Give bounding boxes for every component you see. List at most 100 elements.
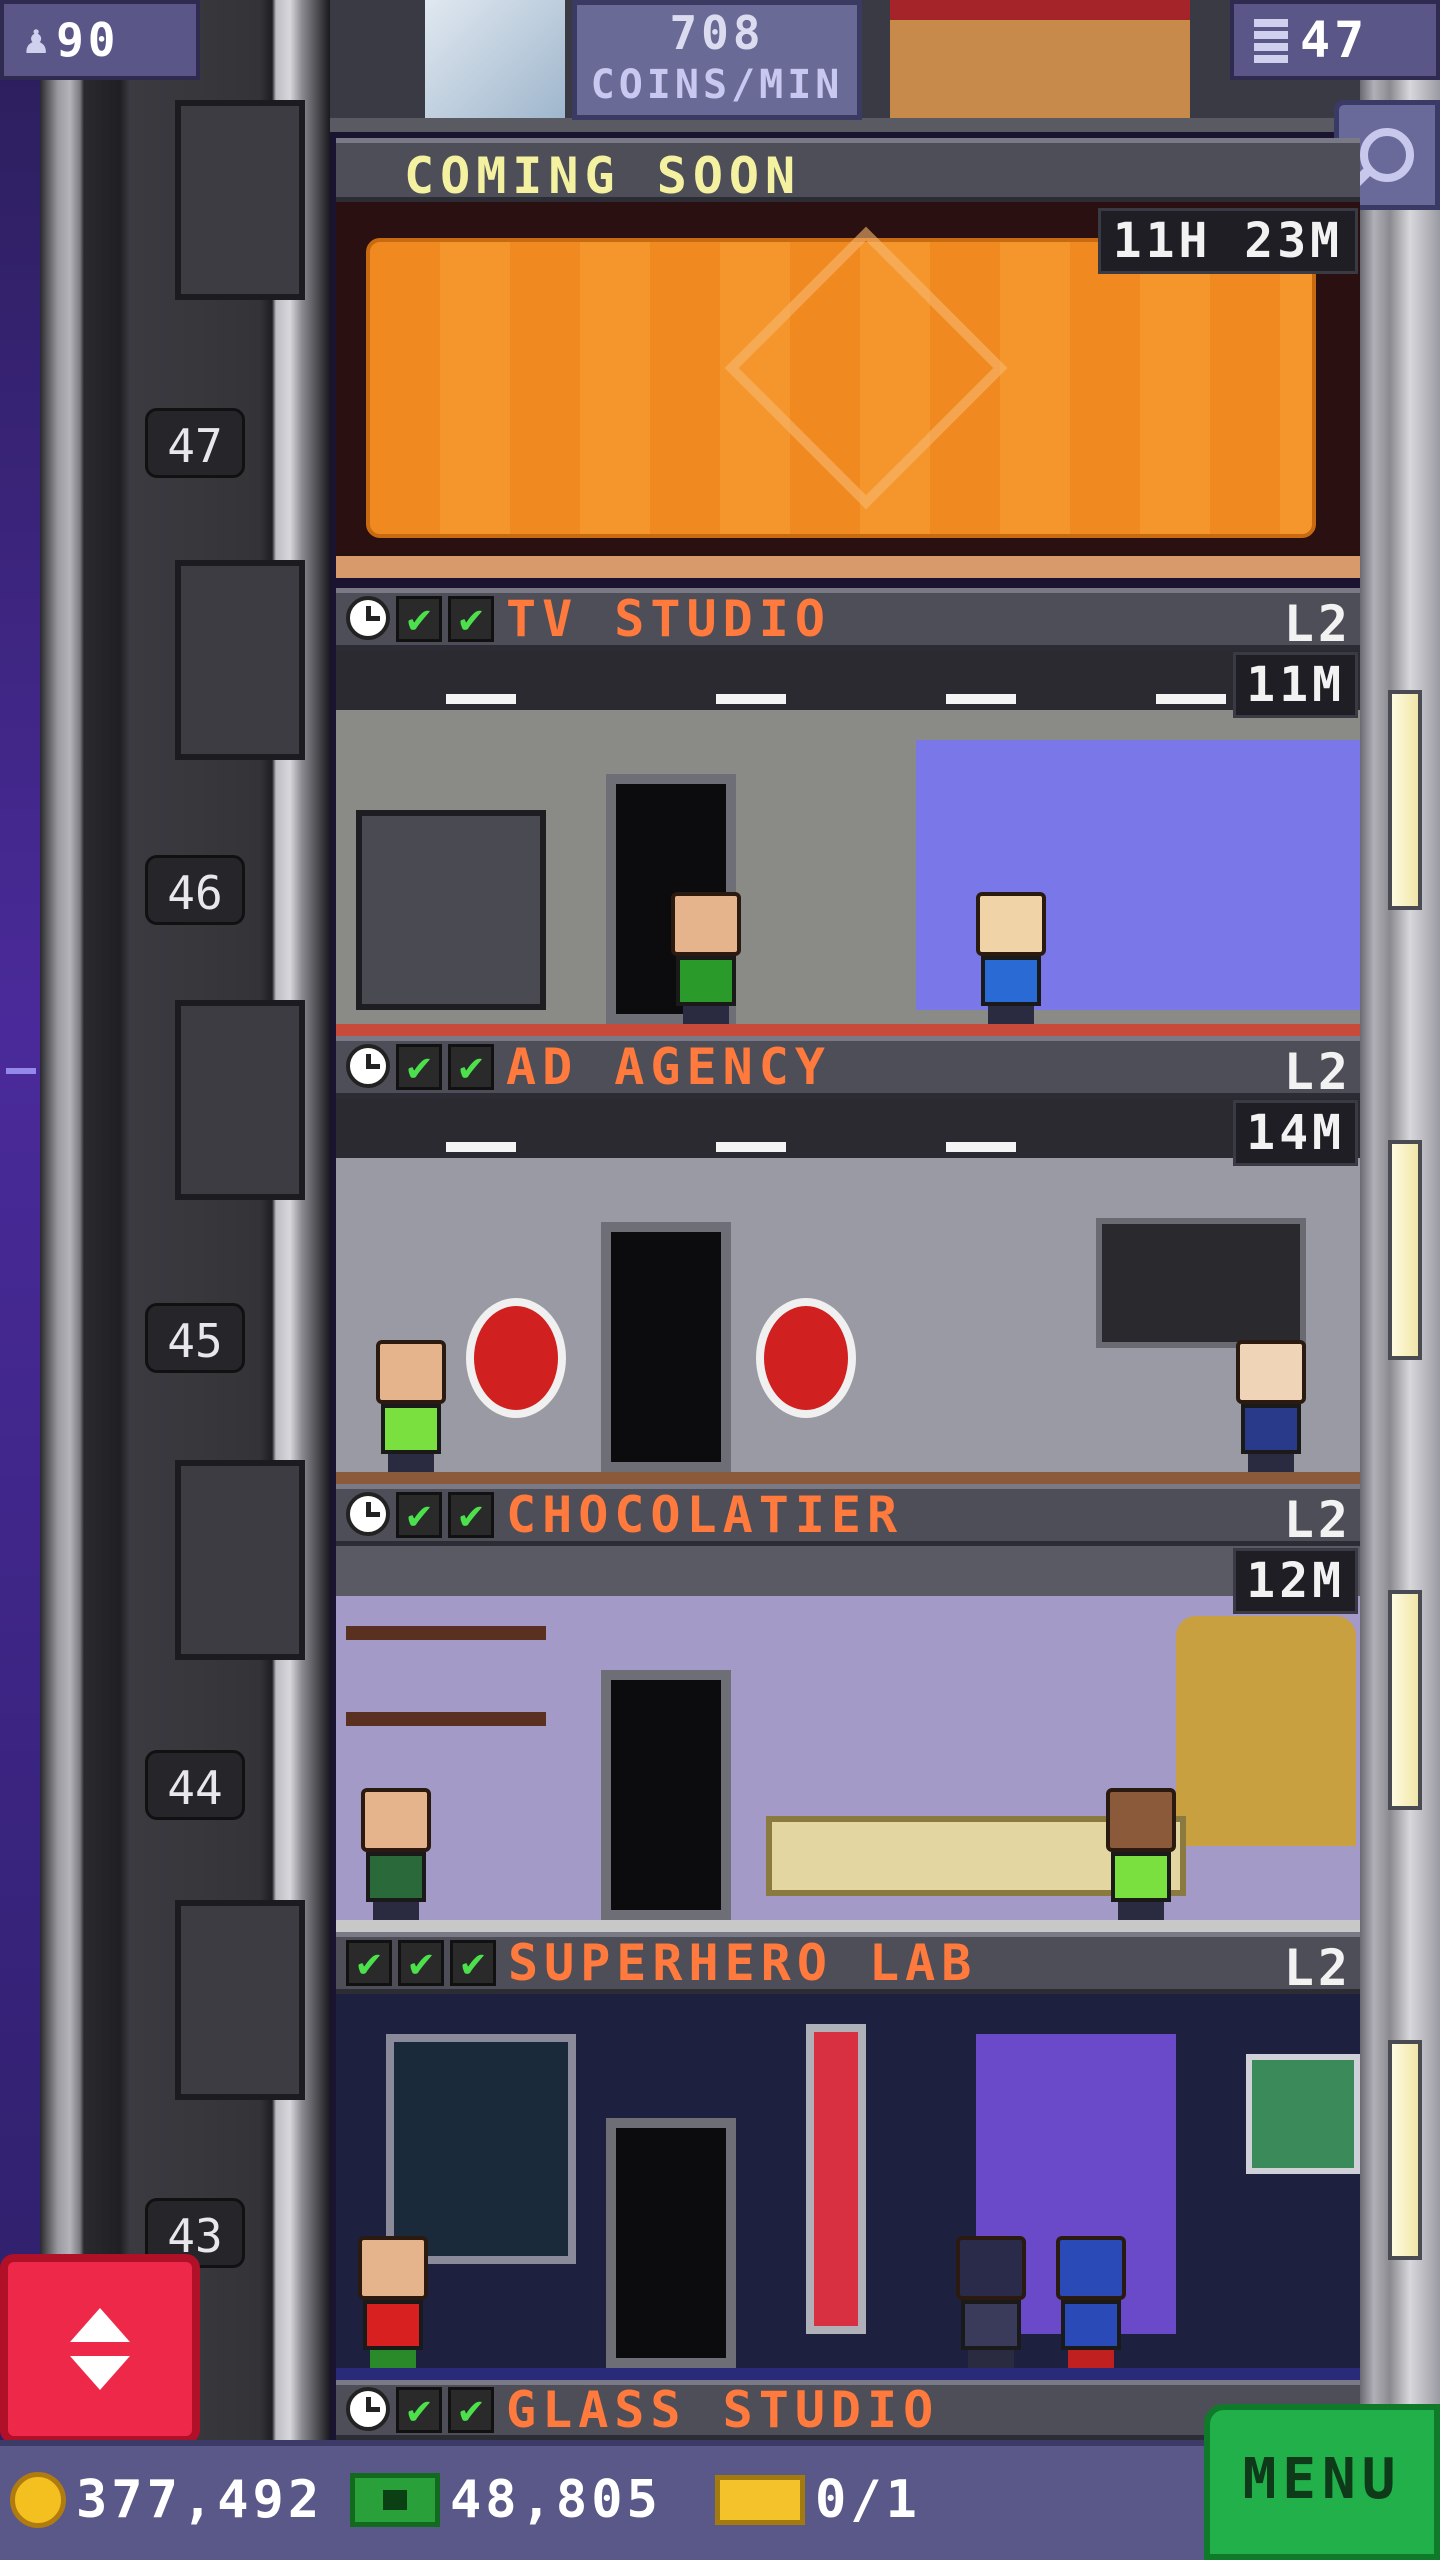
floor-level: L2 [1283,1043,1352,1101]
floor-superhero-lab[interactable]: ✔ ✔ ✔ SUPERHERO LAB L2 [336,1932,1360,2382]
room-tv-studio [336,650,1360,1038]
elevator-floor-label: 45 [145,1303,245,1373]
floor-name: AD AGENCY [506,1038,831,1096]
elevator-floor-label: 47 [145,408,245,478]
check-icon: ✔ [448,2387,494,2433]
tickets-counter[interactable]: 0/1 [715,2470,921,2530]
room-chocolatier [336,1546,1360,1934]
window [1388,1140,1422,1360]
floor-base [336,556,1360,578]
construction-timer: 11H 23M [1097,208,1358,274]
hologram-display [386,2034,576,2264]
star [6,1068,36,1074]
floor-status-icons: ✔ ✔ ✔ [346,1940,496,1986]
shaft-panel [175,1900,305,2100]
person[interactable] [1236,1340,1306,1472]
elevator-button[interactable] [0,2254,200,2444]
check-icon: ✔ [396,2387,442,2433]
bux-counter[interactable]: 48,805 [350,2470,662,2530]
floor-chocolatier[interactable]: ✔ ✔ CHOCOLATIER L2 12M [336,1484,1360,1934]
check-icon: ✔ [396,596,442,642]
floor-name: TV STUDIO [506,590,831,648]
floor-divider [330,118,1360,132]
chocolate-shelf [346,1626,546,1726]
person[interactable] [956,2236,1026,2368]
person-legs [388,1454,434,1472]
floor-status-icons: ✔ ✔ [346,1492,494,1538]
construction-floor[interactable]: COMING SOON 11H 23M [336,138,1360,590]
room-ad-agency [336,1098,1360,1486]
population-counter[interactable]: ♟ 90 [0,0,200,80]
window [1388,690,1422,910]
check-icon: ✔ [448,1492,494,1538]
ceiling-light [716,1142,786,1152]
person-body [961,2300,1021,2350]
clock-icon [346,596,390,640]
person-body [1241,1404,1301,1454]
window [1388,2040,1422,2260]
population-value: 90 [56,13,120,67]
person[interactable] [671,892,741,1024]
glass-panel [425,0,565,120]
check-icon: ✔ [448,1044,494,1090]
up-down-arrows-icon [70,2308,130,2390]
floors-counter[interactable]: 47 [1230,0,1440,80]
room-superhero-lab [336,1994,1360,2382]
window [1388,1590,1422,1810]
elevator-floor-label: 44 [145,1750,245,1820]
coin-icon [10,2472,66,2528]
coins-rate-label: COINS/MIN [590,62,844,108]
check-icon: ✔ [396,1044,442,1090]
clock-icon [346,1044,390,1088]
person[interactable] [376,1340,446,1472]
check-icon: ✔ [398,1940,444,1986]
elevator-shaft[interactable] [40,0,330,2440]
person-head [976,892,1046,956]
magnifier-icon [1360,128,1414,182]
person-legs [1248,1454,1294,1472]
door [601,1222,731,1472]
check-icon: ✔ [396,1492,442,1538]
person[interactable] [361,1788,431,1920]
floor-level: L2 [1283,595,1352,653]
shaft-panel [175,1460,305,1660]
elevator-floor-label: 46 [145,855,245,925]
person-body [1111,1852,1171,1902]
menu-button[interactable]: MENU [1204,2404,1440,2560]
arrow-up-icon [70,2308,130,2342]
person-legs [370,2350,416,2368]
shipping-boxes [890,0,1190,120]
coins-counter[interactable]: 377,492 [10,2470,323,2530]
control-console [356,810,546,1010]
restock-timer: 14M [1233,1100,1358,1166]
person-body [676,956,736,1006]
ceiling-light [446,1142,516,1152]
person-legs [968,2350,1014,2368]
person-icon: ♟ [24,17,49,63]
person[interactable] [358,2236,428,2368]
door [601,1670,731,1920]
person[interactable] [1106,1788,1176,1920]
floor-status-icons: ✔ ✔ [346,596,494,642]
floor-name: CHOCOLATIER [506,1486,904,1544]
person-head [361,1788,431,1852]
floor-header: ✔ ✔ AD AGENCY L2 [336,1036,1360,1101]
check-icon: ✔ [346,1940,392,1986]
person-body [363,2300,423,2350]
floor-ad-agency[interactable]: ✔ ✔ AD AGENCY L2 14M [336,1036,1360,1486]
person-head [956,2236,1026,2300]
person-legs [988,1006,1034,1024]
floor-header: ✔ ✔ CHOCOLATIER L2 [336,1484,1360,1549]
person-legs [1068,2350,1114,2368]
shaft-panel [175,560,305,760]
check-icon: ✔ [448,596,494,642]
floor-status-icons: ✔ ✔ [346,1044,494,1090]
chocolate-vat [1176,1616,1356,1846]
person-head [671,892,741,956]
ceiling-light [1156,694,1226,704]
person[interactable] [1056,2236,1126,2368]
floor-tv-studio[interactable]: ✔ ✔ TV STUDIO L2 11M [336,588,1360,1038]
clock-icon [346,2387,390,2431]
restock-timer: 11M [1233,652,1358,718]
person[interactable] [976,892,1046,1024]
